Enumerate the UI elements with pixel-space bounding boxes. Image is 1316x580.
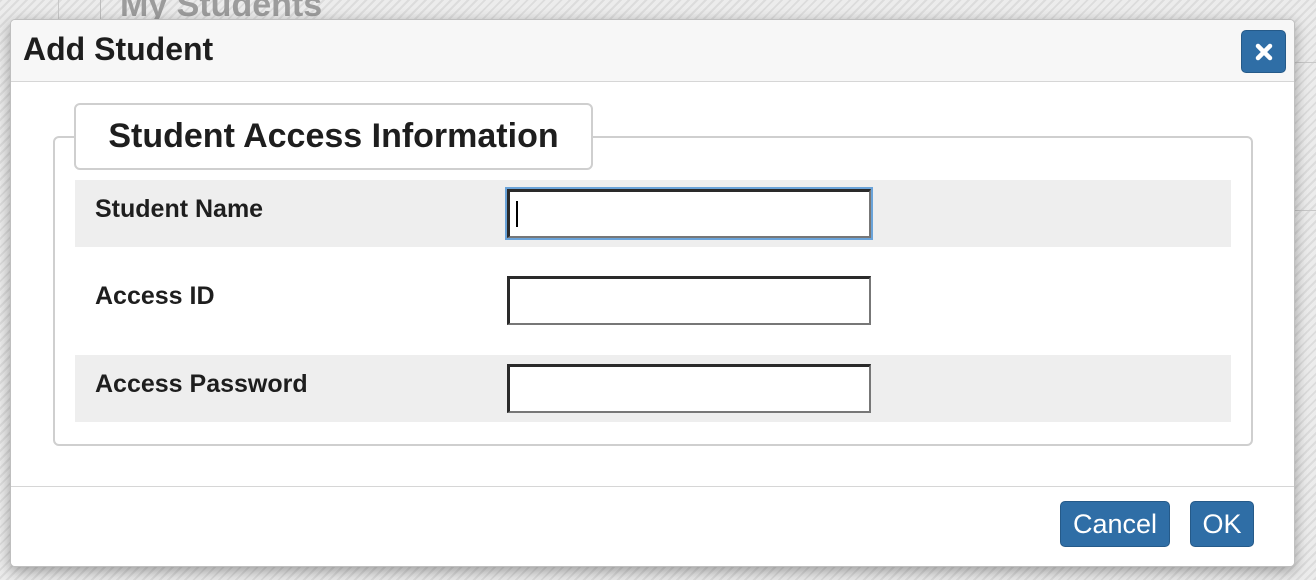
access-id-label: Access ID	[95, 282, 215, 310]
add-student-dialog: Add Student Student Access Information S…	[10, 19, 1295, 567]
dialog-footer: Cancel OK	[11, 486, 1294, 566]
access-id-input[interactable]	[507, 276, 871, 325]
form-row-student-name: Student Name	[75, 180, 1231, 247]
dialog-title: Add Student	[23, 31, 214, 67]
close-button[interactable]	[1241, 30, 1286, 73]
background-divider	[1294, 210, 1316, 211]
cancel-button[interactable]: Cancel	[1060, 501, 1170, 547]
background-divider	[100, 0, 101, 20]
student-name-input[interactable]	[507, 189, 871, 238]
dialog-header: Add Student	[11, 20, 1294, 82]
ok-button[interactable]: OK	[1190, 501, 1254, 547]
text-cursor	[516, 201, 518, 227]
form-row-access-password: Access Password	[75, 355, 1231, 422]
student-name-label: Student Name	[95, 195, 264, 223]
access-password-label: Access Password	[95, 370, 308, 398]
fieldset-legend: Student Access Information	[74, 103, 593, 170]
background-divider	[58, 0, 59, 20]
close-icon	[1255, 43, 1272, 60]
form-row-access-id: Access ID	[75, 267, 1231, 334]
access-password-input[interactable]	[507, 364, 871, 413]
background-divider	[1294, 62, 1316, 63]
